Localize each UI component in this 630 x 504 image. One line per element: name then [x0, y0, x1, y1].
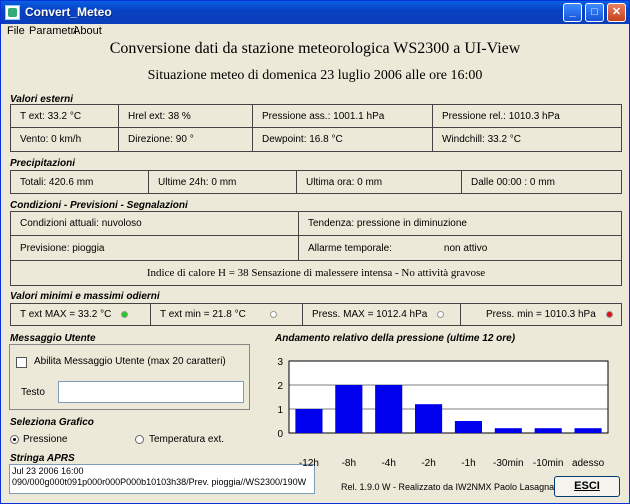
messaggio-groupbox: Abilita Messaggio Utente (max 20 caratte…: [9, 344, 250, 410]
p-max-cell: Press. MAX = 1012.4 hPa: [303, 304, 461, 325]
press-ass-cell: Pressione ass.: 1001.1 hPa: [253, 105, 433, 128]
direzione-cell: Direzione: 90 °: [119, 128, 253, 151]
radio-pressione[interactable]: [10, 435, 19, 444]
minmax-grid: T ext MAX = 33.2 °C T ext min = 21.8 °C …: [10, 303, 622, 326]
section-title-messaggio: Messaggio Utente: [10, 333, 96, 344]
allarme-value: non attivo: [443, 242, 488, 254]
chart-title: Andamento relativo della pressione (ulti…: [275, 333, 516, 344]
client-area: Conversione dati da stazione meteorologi…: [1, 40, 629, 503]
allarme-cell: Allarme temporale: non attivo: [299, 236, 621, 261]
esterni-grid: T ext: 33.2 °C Hrel ext: 38 % Pressione …: [10, 104, 622, 152]
radio-temperatura[interactable]: [135, 435, 144, 444]
chart-bar: [415, 404, 443, 433]
minimize-button[interactable]: _: [563, 3, 582, 22]
app-window: Convert_Meteo _ □ ✕ File Parametri About…: [0, 0, 630, 504]
menu-bar: File Parametri About: [1, 24, 629, 40]
t-max-label: T ext MAX = 33.2 °C: [20, 309, 112, 320]
window-title: Convert_Meteo: [25, 5, 112, 19]
chart-y-tick-label: 2: [277, 381, 283, 392]
chart-x-tick-label: -4h: [381, 458, 395, 469]
chart-bar: [454, 421, 482, 433]
p-max-indicator-icon: [437, 311, 445, 318]
page-title: Conversione dati da stazione meteorologi…: [109, 40, 521, 57]
chart-y-tick-label: 1: [277, 405, 283, 416]
chart-bar: [534, 428, 562, 433]
precipitazioni-grid: Totali: 420.6 mm Ultime 24h: 0 mm Ultima…: [10, 170, 622, 194]
menu-file[interactable]: File: [7, 25, 25, 37]
section-title-precipitazioni: Precipitazioni: [10, 158, 76, 169]
close-button[interactable]: ✕: [607, 3, 626, 22]
section-title-aprs: Stringa APRS: [10, 453, 75, 464]
ultime24-cell: Ultime 24h: 0 mm: [149, 171, 297, 193]
menu-about[interactable]: About: [73, 25, 102, 37]
title-bar[interactable]: Convert_Meteo _ □ ✕: [1, 1, 629, 24]
p-min-cell: Press. min = 1010.3 hPa: [461, 304, 621, 325]
p-min-label: Press. min = 1010.3 hPa: [486, 309, 596, 320]
chart-bar: [295, 409, 323, 433]
radio-pressione-label: Pressione: [23, 434, 68, 445]
indice-calore-line: Indice di calore H = 38 Sensazione di ma…: [146, 267, 486, 279]
condizioni-attuali-cell: Condizioni attuali: nuvoloso: [11, 212, 299, 236]
chart-bar: [574, 428, 602, 433]
chart-x-tick-label: -2h: [421, 458, 435, 469]
previsione-cell: Previsione: pioggia: [11, 236, 299, 261]
credits-text: Rel. 1.9.0 W - Realizzato da IW2NMX Paol…: [341, 482, 555, 492]
esci-button[interactable]: ESCI: [554, 476, 620, 497]
t-min-label: T ext min = 21.8 °C: [160, 309, 246, 320]
p-max-label: Press. MAX = 1012.4 hPa: [312, 309, 428, 320]
testo-label: Testo: [21, 387, 45, 398]
chart-x-tick-label: -12h: [299, 458, 319, 469]
vento-cell: Vento: 0 km/h: [11, 128, 119, 151]
chart-bar: [335, 385, 363, 433]
section-title-condizioni: Condizioni - Previsioni - Segnalazioni: [10, 200, 188, 211]
maximize-button[interactable]: □: [585, 3, 604, 22]
p-min-indicator-icon: [605, 311, 613, 318]
page-subtitle: Situazione meteo di domenica 23 luglio 2…: [147, 68, 483, 83]
chart-x-tick-label: adesso: [572, 458, 605, 469]
ultima-ora-cell: Ultima ora: 0 mm: [297, 171, 462, 193]
chart-y-tick-label: 3: [277, 357, 283, 368]
t-max-indicator-icon: [121, 311, 129, 318]
hrel-cell: Hrel ext: 38 %: [119, 105, 253, 128]
chart-bar: [494, 428, 522, 433]
radio-temperatura-label: Temperatura ext.: [149, 434, 225, 445]
aprs-string-box[interactable]: Jul 23 2006 16:00 090/000g000t091p000r00…: [9, 464, 315, 494]
abilita-messaggio-label: Abilita Messaggio Utente (max 20 caratte…: [34, 356, 226, 367]
windchill-cell: Windchill: 33.2 °C: [442, 134, 522, 145]
chart-x-tick-label: -30min: [493, 458, 524, 469]
chart-x-tick-label: -1h: [461, 458, 475, 469]
dewpoint-cell: Dewpoint: 16.8 °C: [253, 128, 433, 151]
aprs-line-1: Jul 23 2006 16:00: [12, 466, 84, 476]
tendenza-cell: Tendenza: pressione in diminuzione: [299, 212, 621, 236]
condizioni-grid: Condizioni attuali: nuvoloso Tendenza: p…: [10, 211, 622, 286]
chart-x-tick-label: -8h: [342, 458, 356, 469]
app-icon: [5, 5, 20, 20]
totali-cell: Totali: 420.6 mm: [11, 171, 149, 193]
menu-parametri[interactable]: Parametri: [29, 25, 77, 37]
section-title-minmax: Valori minimi e massimi odierni: [10, 291, 160, 302]
press-rel-cell: Pressione rel.: 1010.3 hPa: [433, 105, 621, 128]
aprs-line-2: 090/000g000t091p000r000P000b10103h38/Pre…: [12, 477, 307, 487]
chart-y-tick-label: 0: [277, 429, 283, 440]
t-max-cell: T ext MAX = 33.2 °C: [11, 304, 151, 325]
pressure-chart: 0 1 2 3 -12h -8h -4h -2h -1h -30min -10min adesso: [277, 357, 609, 469]
section-title-grafico: Seleziona Grafico: [10, 417, 94, 428]
t-ext-cell: T ext: 33.2 °C: [11, 105, 119, 128]
chart-bar: [375, 385, 403, 433]
t-min-cell: T ext min = 21.8 °C: [151, 304, 303, 325]
chart-x-tick-label: -10min: [533, 458, 564, 469]
abilita-messaggio-checkbox[interactable]: [16, 357, 27, 368]
t-min-indicator-icon: [269, 311, 277, 318]
allarme-label: Allarme temporale:: [308, 242, 392, 254]
testo-input[interactable]: [58, 381, 244, 403]
dalle-cell: Dalle 00:00 : 0 mm: [471, 176, 555, 188]
